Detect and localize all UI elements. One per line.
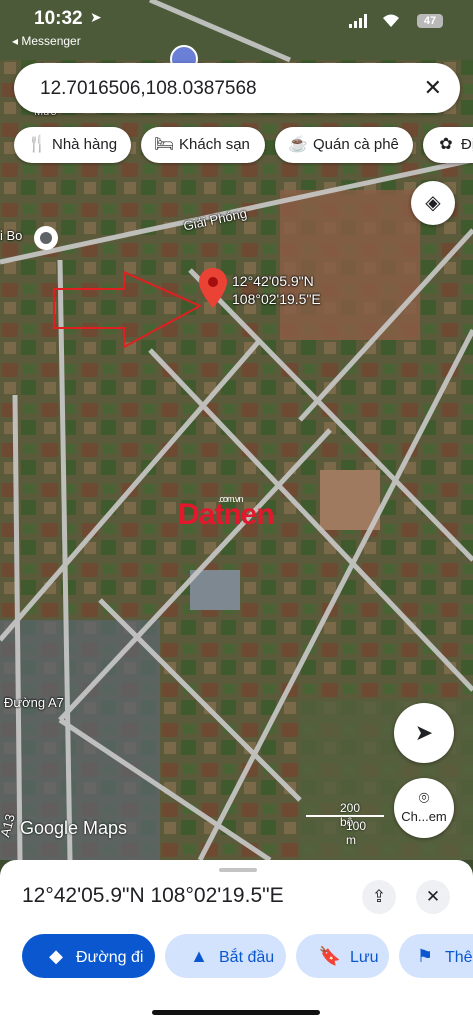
bookmark-icon: 🔖 <box>318 946 342 966</box>
place-marker[interactable] <box>34 226 58 250</box>
pin-longitude: 108°02'19.5"E <box>232 291 321 307</box>
share-button[interactable]: ⇪ <box>362 880 396 914</box>
location-arrow-icon: ➤ <box>90 9 102 25</box>
chip-attractions[interactable]: ✿ Đị <box>423 127 473 163</box>
layers-button[interactable]: ◈ <box>411 181 455 225</box>
pin-latitude: 12°42'05.9"N <box>232 273 314 289</box>
directions-icon: ◆ <box>49 946 63 966</box>
hotel-icon: 🛏 <box>153 136 175 153</box>
place-marker-icon <box>40 232 52 244</box>
save-button[interactable]: 🔖 Lưu <box>296 934 389 978</box>
cafe-icon: ☕ <box>288 136 308 153</box>
my-location-button[interactable]: ➤ <box>394 703 454 763</box>
street-label-i-bo: i Bo <box>0 228 23 243</box>
street-label-a7: Đường A7 <box>4 695 64 710</box>
directions-label: Đường đi <box>76 949 144 966</box>
navigation-arrow-icon: ➤ <box>414 720 434 745</box>
share-icon: ⇪ <box>371 887 387 906</box>
drag-handle[interactable] <box>219 868 257 872</box>
add-label-button[interactable]: ⚑ Thê <box>399 934 473 978</box>
close-sheet-button[interactable]: ✕ <box>416 880 450 914</box>
wifi-icon <box>383 14 399 27</box>
chip-label: Khách sạn <box>179 136 250 153</box>
pin-coordinates: 12°42'05.9"N 108°02'19.5"E <box>232 272 321 308</box>
clock: 10:32 <box>34 8 83 29</box>
chip-hotels[interactable]: 🛏 Khách sạn <box>141 127 265 163</box>
location-pin-icon[interactable] <box>199 268 227 308</box>
directions-button[interactable]: ◆ Đường đi <box>22 934 155 978</box>
chip-label: Quán cà phê <box>313 136 399 153</box>
attraction-icon: ✿ <box>439 136 453 153</box>
watermark: Datnen .com.vn <box>178 494 275 532</box>
status-bar: 10:32 ➤ ◂ Messenger 47 <box>0 0 473 56</box>
close-icon[interactable]: ✕ <box>424 75 442 101</box>
home-indicator <box>152 1010 320 1015</box>
restaurant-icon: 🍴 <box>27 136 47 153</box>
watermark-domain: .com.vn <box>218 494 243 504</box>
add-label-text: Thê <box>445 949 473 966</box>
back-to-app-link[interactable]: ◂ Messenger <box>12 34 81 48</box>
chip-label: Nhà hàng <box>52 136 118 153</box>
cellular-signal-icon <box>349 14 367 28</box>
chip-restaurants[interactable]: 🍴 Nhà hàng <box>14 127 131 163</box>
lens-search-label: Ch...em <box>401 809 447 824</box>
chip-cafes[interactable]: ☕ Quán cà phê <box>275 127 413 163</box>
flag-icon: ⚑ <box>416 946 434 966</box>
category-chips: 🍴 Nhà hàng 🛏Khách sạn ☕ Quán cà phê ✿ Đị <box>0 127 473 163</box>
lens-search-button[interactable]: ⌾ Ch...em <box>394 778 454 838</box>
chip-label: Đị <box>461 136 473 153</box>
save-label: Lưu <box>350 949 379 966</box>
place-bottom-sheet[interactable]: 12°42'05.9"N 108°02'19.5"E ⇪ ✕ ◆ Đường đi… <box>0 860 473 1024</box>
battery-indicator: 47 <box>417 14 443 28</box>
layers-icon: ◈ <box>425 192 441 214</box>
camera-search-icon: ⌾ <box>418 788 430 808</box>
start-button[interactable]: ▲ Bắt đầu <box>165 934 286 978</box>
google-maps-logo: Google Maps <box>20 818 128 838</box>
navigation-icon: ▲ <box>190 946 208 966</box>
start-label: Bắt đầu <box>219 949 275 966</box>
scale-meters: 100 m <box>346 819 367 847</box>
search-box[interactable]: 12.7016506,108.0387568 ✕ <box>14 63 460 113</box>
sheet-title: 12°42'05.9"N 108°02'19.5"E <box>22 884 284 907</box>
close-icon: ✕ <box>425 887 441 906</box>
search-query[interactable]: 12.7016506,108.0387568 <box>40 78 257 100</box>
